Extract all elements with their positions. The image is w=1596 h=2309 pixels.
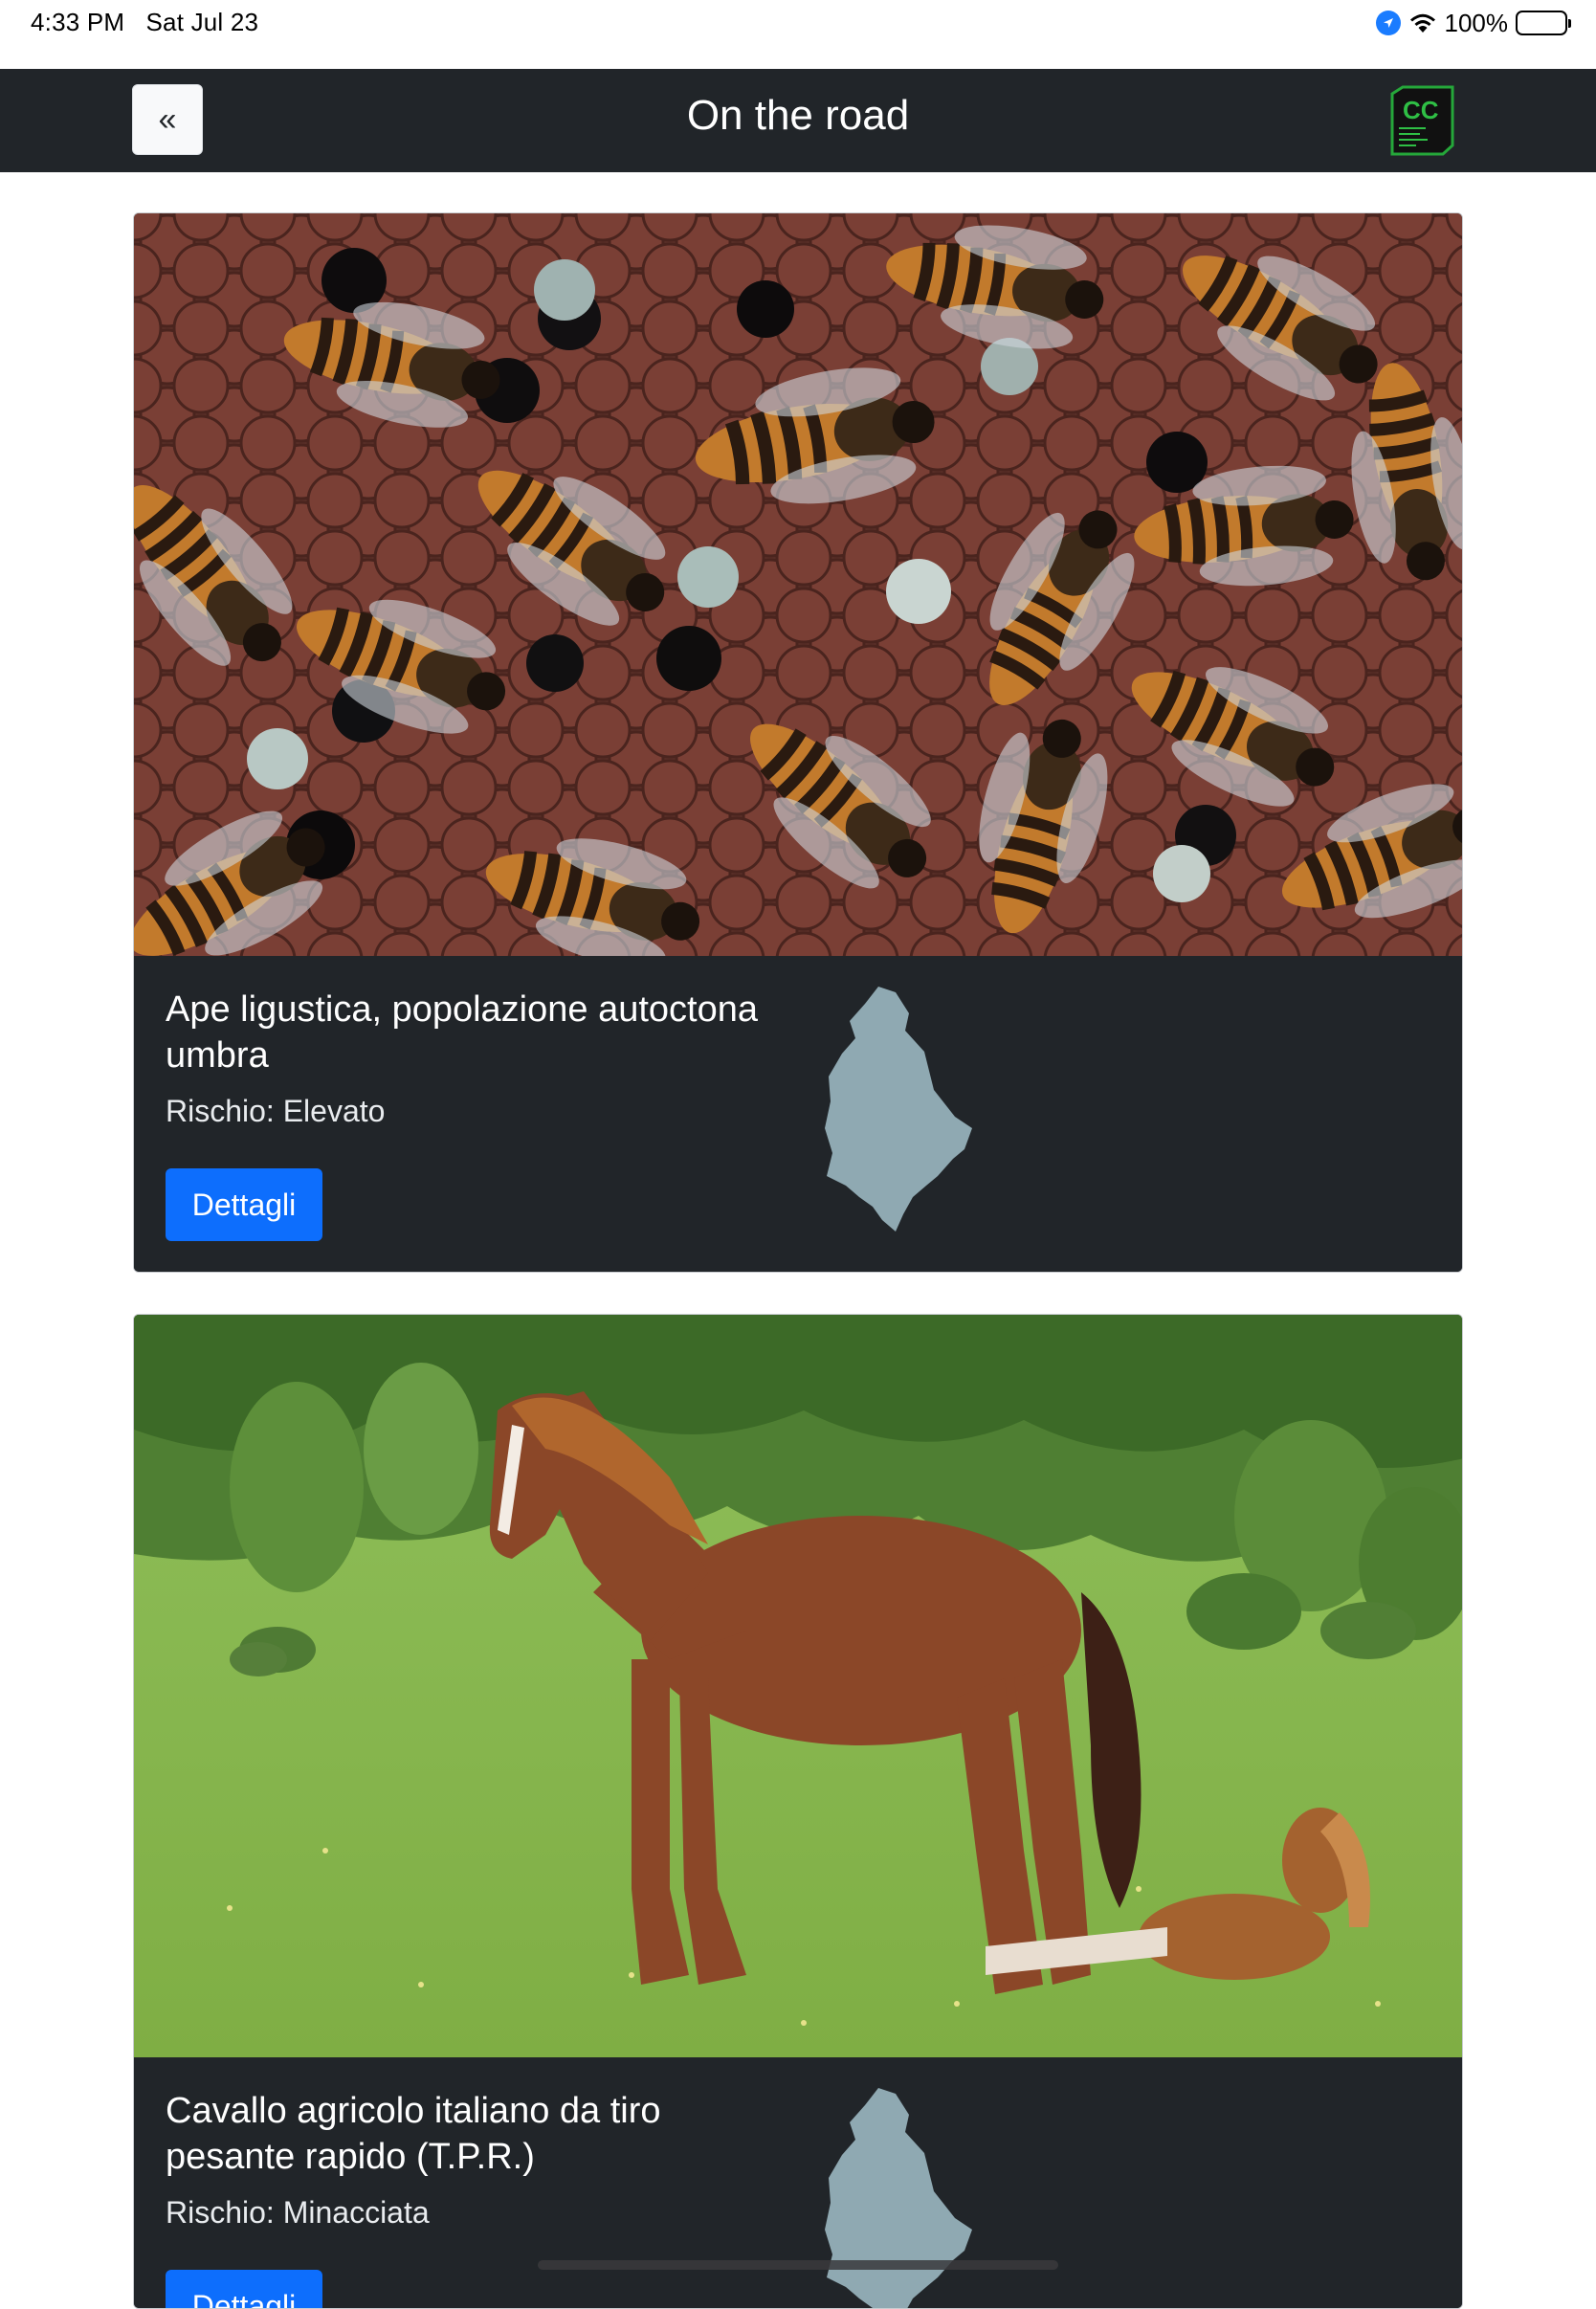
bees-photo bbox=[134, 213, 1462, 956]
details-button[interactable]: Dettagli bbox=[166, 1168, 322, 1241]
horse-photo bbox=[134, 1315, 1462, 2057]
card-body: Cavallo agricolo italiano da tiro pesant… bbox=[134, 2057, 1462, 2308]
card-title: Cavallo agricolo italiano da tiro pesant… bbox=[166, 2091, 661, 2177]
risk-level: Rischio: Minacciata bbox=[166, 2195, 430, 2230]
home-indicator[interactable] bbox=[538, 2260, 1058, 2270]
umbria-region-icon bbox=[825, 2088, 972, 2308]
card-title: Ape ligustica, popolazione autoctona umb… bbox=[166, 989, 759, 1076]
cc-logo-icon: CC bbox=[1390, 85, 1454, 156]
details-button[interactable]: Dettagli bbox=[166, 2270, 322, 2308]
breed-card: Ape ligustica, popolazione autoctona umb… bbox=[133, 212, 1463, 1273]
wifi-icon bbox=[1409, 13, 1435, 33]
location-icon bbox=[1375, 11, 1401, 35]
svg-text:CC: CC bbox=[1403, 96, 1439, 124]
battery-percent: 100% bbox=[1444, 8, 1509, 37]
risk-level: Rischio: Elevato bbox=[166, 1094, 386, 1128]
battery-icon bbox=[1516, 11, 1571, 35]
card-body: Ape ligustica, popolazione autoctona umb… bbox=[134, 956, 1462, 1272]
top-navbar: « On the road CC bbox=[0, 69, 1596, 172]
umbria-region-icon bbox=[825, 987, 972, 1232]
status-bar: 4:33 PM Sat Jul 23 100% bbox=[0, 0, 1596, 69]
page-title: On the road bbox=[686, 92, 910, 139]
status-right: 100% bbox=[1375, 8, 1571, 38]
status-time: 4:33 PM Sat Jul 23 bbox=[31, 8, 259, 36]
breed-card: Cavallo agricolo italiano da tiro pesant… bbox=[133, 1314, 1463, 2309]
